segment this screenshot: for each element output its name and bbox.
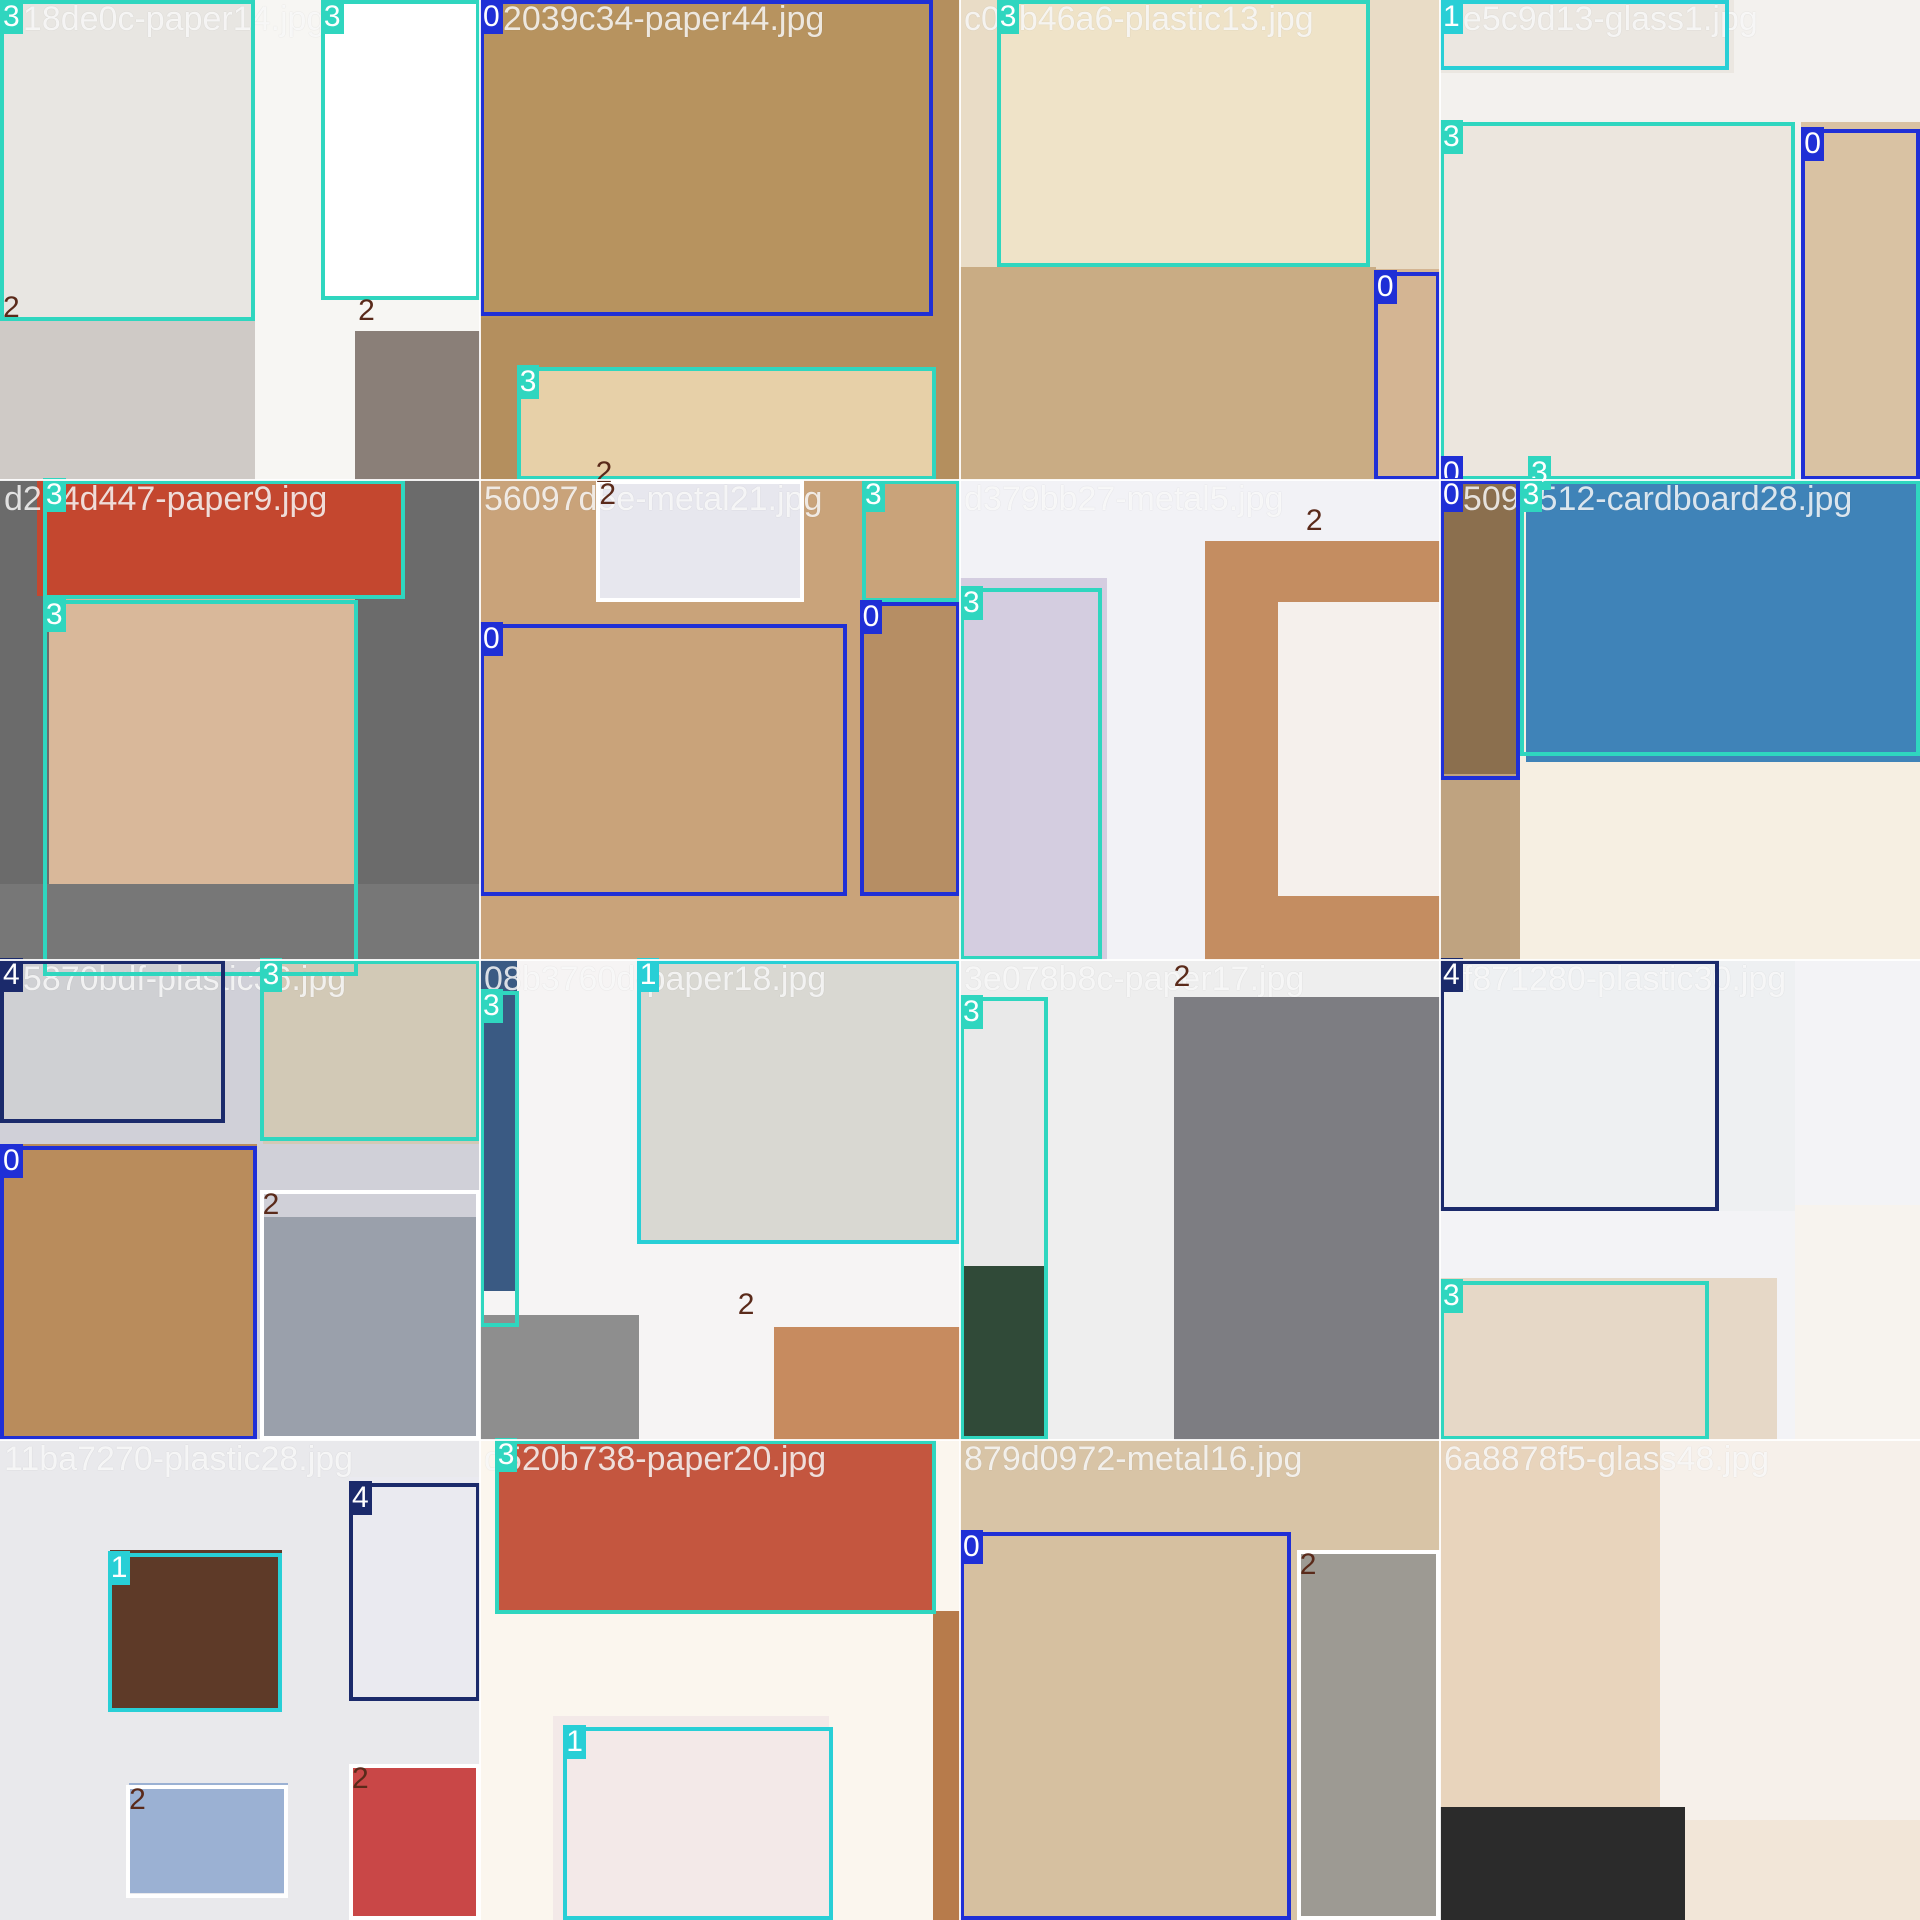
class-label: 0 <box>960 1529 983 1564</box>
class-label: 1 <box>1440 0 1463 34</box>
bounding-box <box>1440 480 1520 780</box>
image-region <box>960 266 1377 480</box>
class-label: 3 <box>1440 1278 1463 1313</box>
image-region <box>1174 996 1440 1440</box>
bounding-box <box>126 1785 288 1898</box>
bounding-box <box>636 960 960 1245</box>
class-label: 2 <box>358 293 375 327</box>
bounding-box <box>596 480 805 603</box>
image-region <box>480 1315 640 1440</box>
image-region <box>1440 1807 1685 1920</box>
class-label: 4 <box>348 1480 372 1515</box>
class-label: 1 <box>107 1550 131 1585</box>
class-label: 3 <box>960 994 983 1029</box>
image-region <box>1795 1204 1920 1440</box>
class-label: 3 <box>862 478 885 512</box>
bounding-box <box>494 1440 936 1614</box>
class-label: 3 <box>0 0 23 34</box>
class-label: 2 <box>1299 1548 1317 1582</box>
bounding-box <box>960 1531 1291 1920</box>
bounding-box <box>259 960 480 1142</box>
bounding-box <box>320 0 480 300</box>
bounding-box <box>0 960 226 1123</box>
class-label: 0 <box>1440 478 1463 512</box>
class-label: 2 <box>737 1288 755 1322</box>
class-label: 3 <box>480 988 503 1023</box>
tile-filename: 11ba7270-plastic28.jpg <box>4 1440 354 1478</box>
class-label: 4 <box>1440 958 1463 992</box>
bounding-box <box>0 1146 258 1440</box>
bounding-box <box>480 624 848 897</box>
class-label: 1 <box>636 958 660 992</box>
image-region <box>0 320 255 480</box>
class-label: 2 <box>1305 504 1323 538</box>
tile-filename: 3e078b8c-paper17.jpg <box>964 960 1305 998</box>
bounding-box <box>0 0 255 321</box>
image-region <box>1660 1440 1920 1820</box>
image-region <box>355 330 480 480</box>
tile-filename: 879d0972-metal16.jpg <box>964 1440 1303 1478</box>
class-label: 3 <box>259 958 283 992</box>
bounding-box <box>480 0 934 316</box>
bounding-box <box>859 602 960 897</box>
class-label: 3 <box>996 0 1020 34</box>
class-label: 3 <box>42 598 66 632</box>
class-label: 2 <box>262 1188 280 1222</box>
class-label: 3 <box>516 365 540 400</box>
image-region <box>1440 773 1520 960</box>
tile-separator <box>0 959 1920 961</box>
bounding-box <box>516 367 936 480</box>
class-label: 3 <box>494 1438 518 1472</box>
image-region <box>1278 602 1440 897</box>
class-label: 4 <box>0 958 23 992</box>
bounding-box <box>1440 0 1729 70</box>
class-label: 1 <box>563 1724 586 1759</box>
class-label: 3 <box>320 0 344 34</box>
bounding-box <box>1440 960 1720 1212</box>
bounding-box <box>42 480 406 599</box>
image-region <box>933 1611 960 1920</box>
bounding-box <box>960 996 1049 1440</box>
bounding-box <box>480 990 520 1328</box>
bounding-box <box>348 1482 480 1701</box>
class-label: 2 <box>129 1783 146 1817</box>
class-label: 0 <box>0 1144 23 1179</box>
tile-filename: d379bb27-metal5.jpg <box>964 480 1284 518</box>
class-label: 3 <box>1519 478 1543 512</box>
tile-filename: 6a8878f5-glass48.jpg <box>1444 1440 1770 1478</box>
class-label: 0 <box>480 0 503 34</box>
class-label: 2 <box>351 1762 369 1796</box>
detection-mosaic: 318de0c-paper14.jpg 12039c34-paper44.jpg c… <box>0 0 1920 1920</box>
class-label: 3 <box>42 478 66 512</box>
class-label: 3 <box>960 585 983 620</box>
tile-separator <box>0 1439 1920 1441</box>
bounding-box <box>563 1726 833 1920</box>
bounding-box <box>107 1552 282 1712</box>
bounding-box <box>1801 128 1920 480</box>
class-label: 0 <box>1801 126 1824 161</box>
class-label: 2 <box>1173 960 1191 993</box>
bounding-box <box>1440 1280 1710 1440</box>
mosaic-tile: 6a8878f5-glass48.jpg <box>1440 1440 1920 1920</box>
bounding-box <box>960 587 1103 960</box>
image-region <box>773 1327 960 1440</box>
bounding-box <box>1519 480 1920 756</box>
class-label: 2 <box>3 291 20 325</box>
bounding-box <box>996 0 1371 267</box>
bounding-box <box>259 1190 480 1440</box>
class-label: 3 <box>1440 120 1463 155</box>
class-label: 0 <box>480 622 503 657</box>
bounding-box <box>1440 122 1796 480</box>
bounding-box <box>1296 1550 1440 1920</box>
bounding-box <box>42 600 358 976</box>
class-label: 0 <box>859 600 883 635</box>
class-label: 0 <box>1373 269 1397 304</box>
tile-separator <box>1439 0 1441 1920</box>
class-label: 2 <box>599 478 616 511</box>
